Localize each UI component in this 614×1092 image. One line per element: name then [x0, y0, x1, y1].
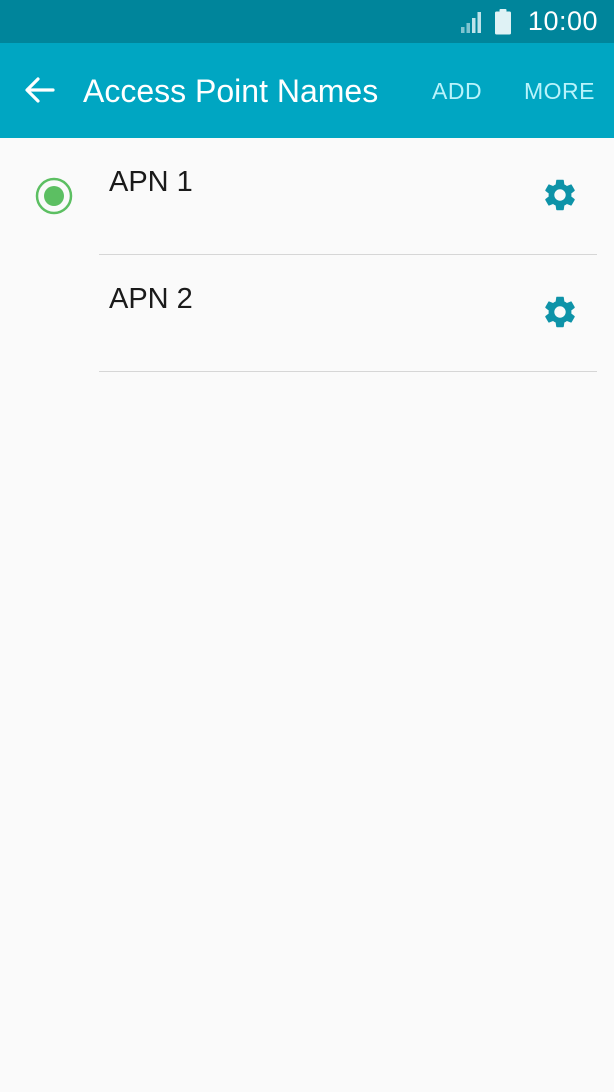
- arrow-left-icon: [25, 76, 55, 108]
- status-bar: 10:00: [0, 0, 614, 43]
- page-title: Access Point Names: [83, 73, 379, 109]
- apn-list-item[interactable]: APN 1: [0, 138, 614, 255]
- app-bar: Access Point Names ADD MORE: [0, 43, 614, 138]
- gear-icon: [541, 293, 579, 336]
- apn-name: APN 1: [109, 166, 193, 198]
- more-button[interactable]: MORE: [524, 76, 595, 106]
- battery-icon: [494, 8, 512, 35]
- radio-selected-icon[interactable]: [35, 177, 73, 215]
- signal-icon: [460, 10, 484, 34]
- apn-settings-button[interactable]: [538, 175, 582, 219]
- apn-settings-button[interactable]: [538, 292, 582, 336]
- status-icons: 10:00: [460, 0, 598, 43]
- gear-icon: [541, 176, 579, 219]
- apn-list: APN 1 APN 2: [0, 138, 614, 372]
- apn-list-item[interactable]: APN 2: [0, 255, 614, 372]
- divider: [99, 371, 597, 372]
- apn-name: APN 2: [109, 283, 193, 315]
- back-button[interactable]: [18, 70, 62, 114]
- add-button[interactable]: ADD: [432, 76, 482, 106]
- status-time: 10:00: [527, 6, 598, 36]
